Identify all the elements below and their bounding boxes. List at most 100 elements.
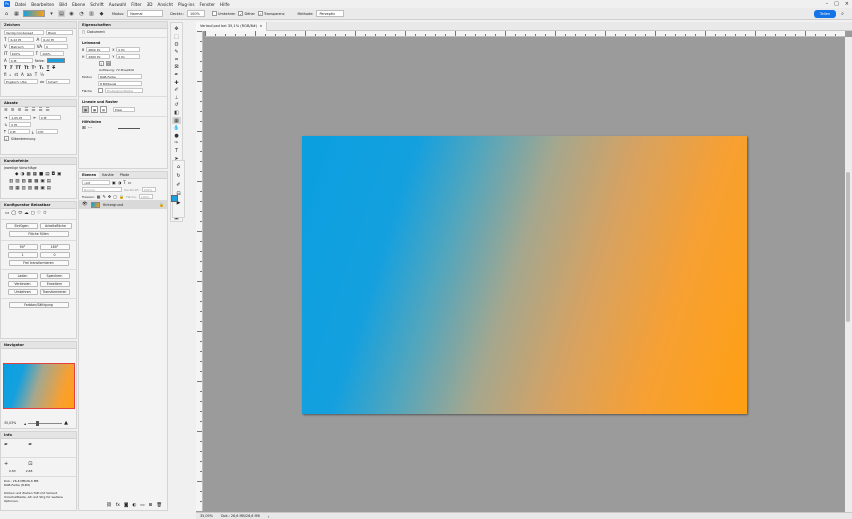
minimize-icon[interactable]: –: [826, 1, 829, 7]
save-button[interactable]: Speichern: [39, 273, 70, 279]
shortcut-gradmap-icon[interactable]: ▨: [28, 186, 32, 191]
menu-item-filter[interactable]: Filter: [131, 2, 141, 7]
layer-style-icon[interactable]: fx: [116, 503, 120, 508]
subscript-icon[interactable]: T₁: [39, 65, 43, 70]
share-button[interactable]: Teilen: [814, 10, 836, 18]
zoom-in-icon[interactable]: ▲: [64, 420, 68, 426]
shortcut-lookup-icon[interactable]: ▣: [40, 186, 44, 191]
menu-item-bearbeiten[interactable]: Bearbeiten: [31, 2, 54, 7]
link-layers-icon[interactable]: ⛓: [106, 503, 112, 508]
menu-item-plugins[interactable]: Plug-ins: [178, 2, 195, 7]
fill-select[interactable]: Hintergrundfarbe: [105, 88, 143, 93]
history-brush-tool-icon[interactable]: ↺: [172, 102, 181, 109]
dither-box[interactable]: ✓: [238, 11, 244, 16]
search-icon[interactable]: ⌕: [839, 10, 846, 17]
justify-left-icon[interactable]: ☰: [24, 108, 28, 113]
shortcut-poster-icon[interactable]: ▦: [15, 186, 19, 191]
indent-first-field[interactable]: 0 Pt: [9, 122, 32, 127]
add-mask-icon[interactable]: ◙: [124, 503, 128, 508]
lock-brush-icon[interactable]: ✎: [103, 194, 106, 199]
font-size-field[interactable]: 6,22 Pt: [8, 37, 35, 42]
justify-all-icon[interactable]: ☰: [45, 108, 49, 113]
chevron-down-icon[interactable]: ▾: [48, 10, 55, 17]
canvas-image[interactable]: [302, 136, 747, 414]
status-arrow-icon[interactable]: ›: [268, 514, 270, 519]
shape-oval-icon[interactable]: ⬭: [18, 210, 22, 216]
layer-name[interactable]: Hintergrund: [103, 203, 123, 207]
unit-select[interactable]: Pixel: [113, 107, 135, 112]
shortcut-mixer-icon[interactable]: ▩: [26, 172, 30, 177]
healing-tool-icon[interactable]: ✚: [172, 79, 181, 86]
underline-icon[interactable]: T: [47, 65, 50, 70]
shortcut-exposure-icon[interactable]: ▥: [9, 179, 13, 184]
kerning-field[interactable]: Metrisch: [8, 44, 35, 49]
reflected-gradient-icon[interactable]: ▥: [88, 10, 95, 17]
eyedropper-tool-icon[interactable]: ✒: [172, 72, 181, 79]
vscale-field[interactable]: 100%: [9, 51, 34, 56]
guide-color-line[interactable]: [118, 128, 141, 129]
quick-select-tool-icon[interactable]: ✎: [172, 49, 181, 56]
align-left-icon[interactable]: ≡: [4, 108, 8, 113]
width-field[interactable]: 4800 Px: [86, 47, 111, 52]
stylistic-icon[interactable]: st: [14, 72, 18, 77]
history-panel-icon[interactable]: ⌂: [177, 164, 180, 170]
shortcut-half-icon[interactable]: ◑: [20, 172, 24, 177]
shortcut-curves-icon[interactable]: ▣: [57, 172, 61, 177]
invert-button[interactable]: Umkehren: [7, 289, 38, 295]
navigator-thumbnail[interactable]: [2, 363, 75, 409]
layer-row[interactable]: 👁 Hintergrund 🔒: [79, 200, 167, 209]
titling-icon[interactable]: aa: [27, 72, 32, 77]
portrait-icon[interactable]: ▯: [99, 61, 104, 66]
angle-gradient-icon[interactable]: ◔: [78, 10, 85, 17]
adjustment-layer-icon[interactable]: ◐: [132, 503, 136, 508]
menu-item-ebene[interactable]: Ebene: [72, 2, 85, 7]
brushes-panel-icon[interactable]: ✐: [176, 182, 180, 188]
lock-all-icon[interactable]: 🔒: [119, 194, 124, 199]
dodge-tool-icon[interactable]: ●: [172, 133, 181, 140]
tab-channels[interactable]: Kanäle: [99, 172, 117, 178]
foreground-color-swatch[interactable]: [171, 195, 178, 203]
menu-item-ansicht[interactable]: Ansicht: [158, 2, 173, 7]
shape-heart-icon[interactable]: ♡: [37, 211, 41, 216]
lasso-tool-icon[interactable]: ʘ: [172, 41, 181, 48]
align-right-icon[interactable]: ≡: [18, 108, 22, 113]
lock-pixels-icon[interactable]: ▦: [97, 194, 101, 199]
fill-color-swatch[interactable]: [98, 88, 103, 93]
combine-button[interactable]: Verbinden: [7, 281, 38, 287]
shape-round-icon[interactable]: ▢: [31, 211, 35, 216]
tab-paths[interactable]: Pfade: [117, 172, 133, 178]
shortcut-channel-icon[interactable]: ▤: [47, 179, 51, 184]
shape-ellipse-icon[interactable]: ◯: [11, 211, 16, 216]
tab-close-icon[interactable]: ×: [259, 24, 262, 28]
strikethrough-icon[interactable]: T: [52, 65, 55, 70]
new-layer-icon[interactable]: ⊞: [149, 503, 153, 508]
shortcut-threshold-icon[interactable]: ▥: [22, 186, 26, 191]
tracking-field[interactable]: 0: [43, 44, 68, 49]
load-button[interactable]: Laden: [7, 273, 38, 279]
shortcut-brush-icon[interactable]: ◆: [15, 172, 18, 177]
zoom-slider[interactable]: [28, 420, 63, 426]
faux-bold-icon[interactable]: T: [4, 65, 7, 70]
mode-select[interactable]: Normal: [127, 10, 164, 17]
value-one-field[interactable]: 1: [7, 252, 38, 258]
frame-tool-icon[interactable]: ⊠: [172, 64, 181, 71]
linear-gradient-icon[interactable]: ▤: [58, 10, 65, 17]
tab-layers[interactable]: Ebenen: [79, 172, 100, 178]
hue-saturation-button[interactable]: Farbton/Sättigung: [8, 302, 69, 308]
shortcut-grid-icon[interactable]: ▦: [33, 172, 37, 177]
stamp-tool-icon[interactable]: ⊥: [172, 94, 181, 101]
shape-rect-icon[interactable]: ▭: [5, 211, 9, 216]
brush-tool-icon[interactable]: ✐: [172, 87, 181, 94]
height-field[interactable]: 2600 Px: [86, 54, 111, 59]
horizontal-ruler[interactable]: [205, 31, 845, 37]
hyphenation-checkbox[interactable]: ✓: [4, 136, 9, 141]
maximize-icon[interactable]: □: [834, 1, 839, 7]
shortcut-bw-icon[interactable]: ▩: [34, 179, 38, 184]
transform-button[interactable]: Transformieren: [39, 289, 70, 295]
free-transform-button[interactable]: Frei transformieren: [8, 260, 69, 266]
shortcut-selective-icon[interactable]: ▩: [34, 186, 38, 191]
shortcut-photo-icon[interactable]: ▣: [40, 179, 44, 184]
radial-gradient-icon[interactable]: ◉: [68, 10, 75, 17]
scrollbar-thumb[interactable]: [846, 172, 850, 322]
bit-depth-select[interactable]: 8 Bit/Kanal: [98, 81, 142, 86]
